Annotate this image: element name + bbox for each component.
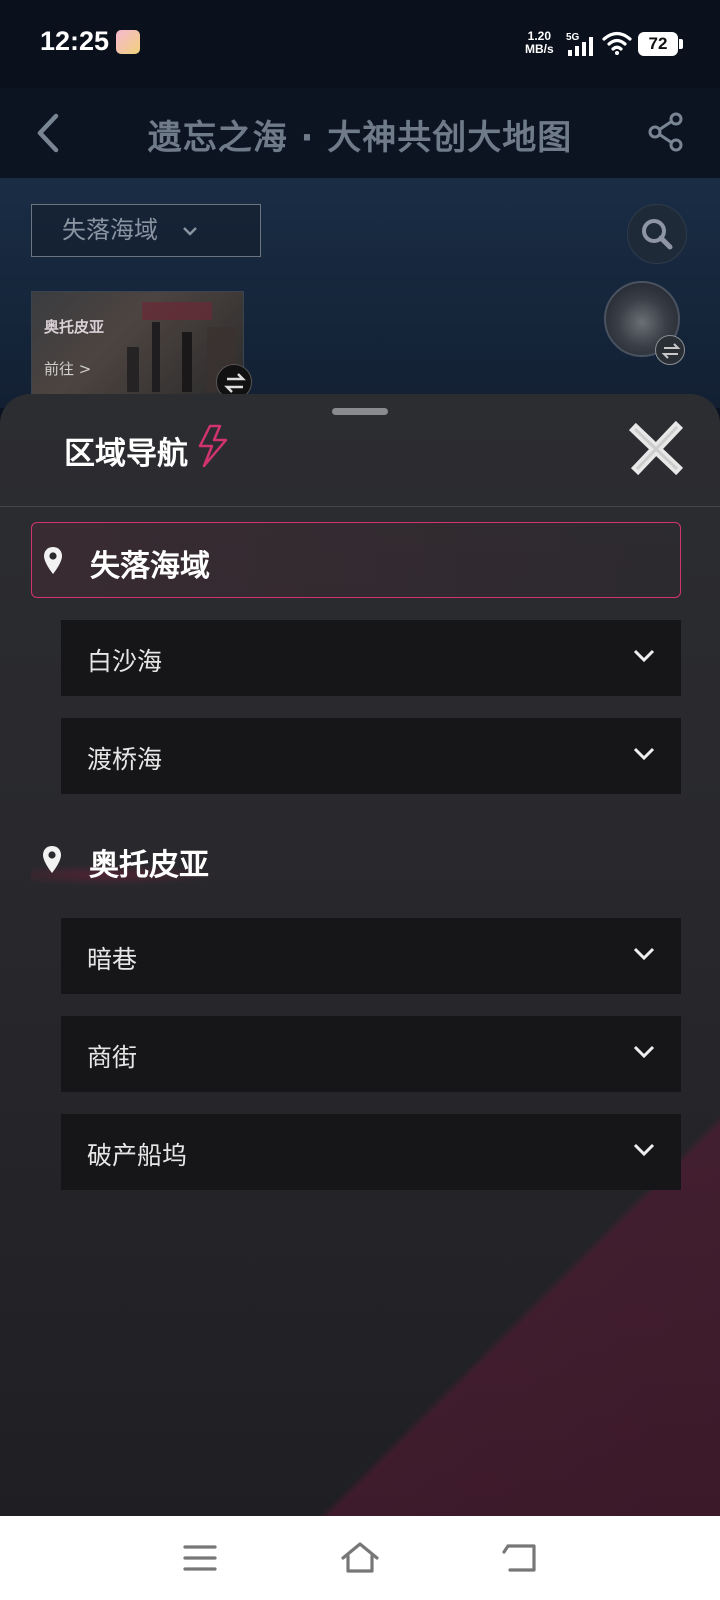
region-item-baishahai[interactable]: 白沙海 xyxy=(61,620,681,696)
sheet-divider xyxy=(0,506,720,507)
location-card-label: 奥托皮亚 xyxy=(44,318,105,336)
share-button[interactable] xyxy=(646,110,686,154)
region-item-label: 暗巷 xyxy=(87,945,138,974)
chevron-down-icon xyxy=(633,1045,655,1059)
notification-app-icon xyxy=(116,30,140,54)
chevron-down-icon xyxy=(183,227,197,236)
status-time: 12:25 xyxy=(40,26,110,56)
close-button[interactable] xyxy=(628,420,686,478)
region-item-label: 渡桥海 xyxy=(87,745,163,774)
menu-icon xyxy=(183,1545,217,1571)
back-button[interactable] xyxy=(30,108,70,158)
map-view[interactable]: 失落海域 奥托皮亚 前往 > xyxy=(0,178,720,408)
network-speed: 1.20 MB/s xyxy=(525,30,554,56)
page-title: 遗忘之海 · 大神共创大地图 xyxy=(147,118,573,158)
status-bar: 12:25 1.20 MB/s 5G 72 xyxy=(0,0,720,88)
wifi-icon xyxy=(602,31,632,55)
home-icon xyxy=(341,1542,379,1573)
back-arrow-icon xyxy=(502,1544,536,1572)
region-selector-dropdown[interactable]: 失落海域 xyxy=(31,204,261,257)
region-navigation-sheet: 区域导航 失落海域 白沙海 渡桥海 奥托皮亚 暗巷 商街 破产船坞 xyxy=(0,394,720,1516)
home-button[interactable] xyxy=(340,1538,380,1578)
chevron-down-icon xyxy=(633,649,655,663)
network-speed-unit: MB/s xyxy=(525,42,554,56)
close-icon xyxy=(628,420,684,476)
system-navigation-bar xyxy=(0,1516,720,1600)
network-type-label: 5G xyxy=(566,32,580,43)
region-item-pochanchuanwu[interactable]: 破产船坞 xyxy=(61,1114,681,1190)
cellular-signal-icon: 5G xyxy=(566,32,593,56)
location-pin-icon xyxy=(44,547,62,574)
region-selector-label: 失落海域 xyxy=(62,216,158,244)
battery-indicator: 72 xyxy=(638,32,683,56)
sheet-title: 区域导航 xyxy=(64,436,188,472)
location-pin-icon xyxy=(43,846,61,873)
share-icon xyxy=(648,112,683,152)
region-item-duqiaohai[interactable]: 渡桥海 xyxy=(61,718,681,794)
section-label: 失落海域 xyxy=(90,549,210,584)
chevron-down-icon xyxy=(633,947,655,961)
region-item-label: 商街 xyxy=(87,1043,138,1072)
section-header-otopia[interactable]: 奥托皮亚 xyxy=(31,822,681,898)
location-card[interactable]: 奥托皮亚 前往 > xyxy=(31,291,244,401)
search-button[interactable] xyxy=(627,204,687,264)
location-card-goto-link[interactable]: 前往 > xyxy=(44,358,91,379)
chevron-down-icon xyxy=(633,1143,655,1157)
region-item-label: 破产船坞 xyxy=(87,1141,188,1170)
lightning-bolt-icon xyxy=(198,424,228,468)
region-item-anxiang[interactable]: 暗巷 xyxy=(61,918,681,994)
chevron-down-icon xyxy=(633,747,655,761)
sheet-drag-handle[interactable] xyxy=(332,408,388,415)
switch-avatar-button[interactable] xyxy=(655,335,685,365)
back-nav-button[interactable] xyxy=(500,1538,540,1578)
section-label: 奥托皮亚 xyxy=(89,848,209,883)
app-header: 遗忘之海 · 大神共创大地图 xyxy=(0,88,720,178)
region-item-shangjie[interactable]: 商街 xyxy=(61,1016,681,1092)
swap-icon xyxy=(661,343,681,359)
search-icon xyxy=(642,219,673,250)
menu-button[interactable] xyxy=(180,1538,220,1578)
section-header-lost-sea[interactable]: 失落海域 xyxy=(31,522,681,598)
location-thumbnail xyxy=(127,302,237,392)
region-item-label: 白沙海 xyxy=(87,647,163,676)
